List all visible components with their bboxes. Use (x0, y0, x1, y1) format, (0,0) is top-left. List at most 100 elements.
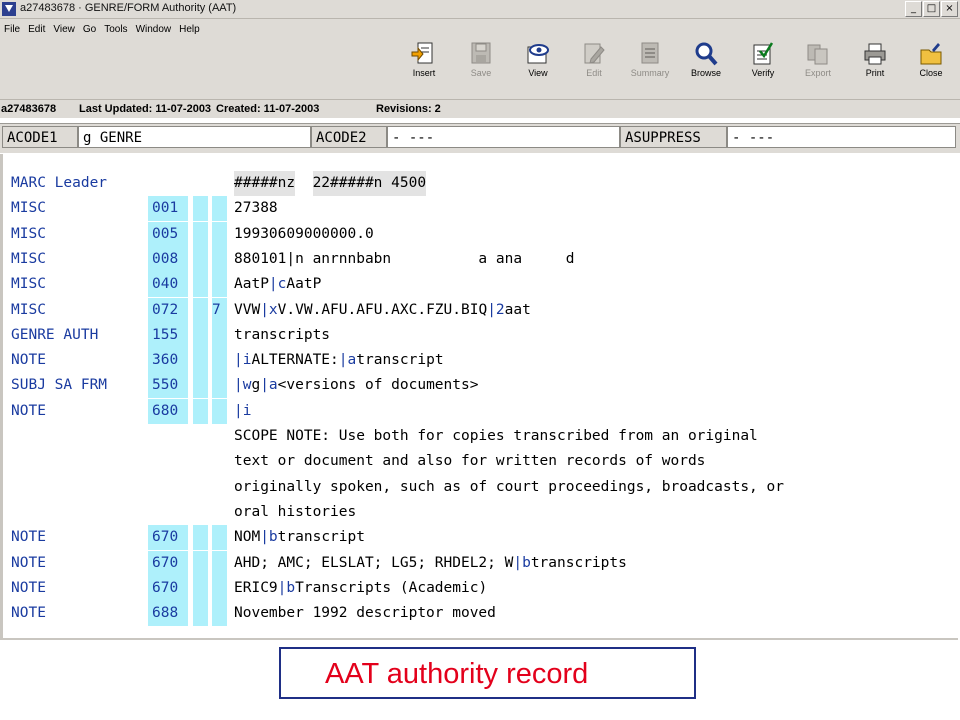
marc-field-row[interactable]: SUBJ SA FRM 550 |wg|a<versions of document… (3, 373, 958, 399)
field-data[interactable]: |i (234, 399, 251, 424)
field-data[interactable]: ERIC9|bTranscripts (Academic) (234, 576, 487, 601)
browse-button[interactable]: Browse (680, 39, 732, 93)
field-tag[interactable]: 670 (148, 575, 188, 601)
indicator-2[interactable] (212, 221, 227, 247)
indicator-2[interactable] (212, 246, 227, 272)
marc-field-row[interactable]: GENRE AUTH 155 transcripts (3, 322, 958, 348)
verify-button[interactable]: Verify (737, 39, 789, 93)
indicator-2[interactable] (212, 348, 227, 374)
indicator-1[interactable] (193, 373, 208, 399)
marc-field-row[interactable]: NOTE 670 ERIC9|bTranscripts (Academic) (3, 575, 958, 601)
menu-edit[interactable]: Edit (24, 22, 49, 35)
save-button[interactable]: Save (455, 39, 507, 93)
indicator-2[interactable]: 7 (212, 297, 227, 323)
menu-file[interactable]: File (0, 22, 24, 35)
acode2-field[interactable]: - --- (387, 126, 620, 148)
indicator-1[interactable] (193, 550, 208, 576)
indicator-1[interactable] (193, 297, 208, 323)
indicator-2[interactable] (212, 550, 227, 576)
field-tag[interactable]: 040 (148, 272, 188, 298)
field-text: oral histories (234, 503, 357, 520)
marc-field-row[interactable]: NOTE 680 |i (3, 398, 958, 424)
edit-button[interactable]: Edit (568, 39, 620, 93)
field-tag[interactable]: 670 (148, 525, 188, 551)
field-tag[interactable]: 360 (148, 348, 188, 374)
field-data[interactable]: SCOPE NOTE: Use both for copies transcri… (234, 424, 758, 449)
subfield-delimiter: |i (234, 352, 252, 369)
indicator-1[interactable] (193, 272, 208, 298)
marc-field-row[interactable]: NOTE 670 AHD; AMC; ELSLAT; LG5; RHDEL2; W|… (3, 550, 958, 576)
leader-value[interactable]: #####nz 22#####n 4500 (234, 171, 427, 196)
indicator-1[interactable] (193, 348, 208, 374)
field-data[interactable]: AHD; AMC; ELSLAT; LG5; RHDEL2; W|btransc… (234, 551, 627, 576)
field-data[interactable]: oral histories (234, 500, 356, 525)
field-data[interactable]: originally spoken, such as of court proc… (234, 475, 784, 500)
close-window-button[interactable]: × (941, 1, 958, 17)
field-tag[interactable]: 001 (148, 196, 188, 222)
indicator-1[interactable] (193, 575, 208, 601)
field-data[interactable]: 27388 (234, 196, 278, 221)
field-data[interactable]: text or document and also for written re… (234, 449, 705, 474)
menu-window[interactable]: Window (132, 22, 176, 35)
field-tag[interactable]: 670 (148, 550, 188, 576)
field-data[interactable]: 19930609000000.0 (234, 222, 374, 247)
indicator-1[interactable] (193, 196, 208, 222)
indicator-2[interactable] (212, 525, 227, 551)
indicator-2[interactable] (212, 398, 227, 424)
menu-go[interactable]: Go (79, 22, 100, 35)
marc-field-row[interactable]: MISC 072 7 VVW|xV.VW.AFU.AFU.AXC.FZU.BIQ|2a… (3, 297, 958, 323)
field-data[interactable]: 880101|n anrnnbabn a ana d (234, 247, 574, 272)
field-data[interactable]: AatP|cAatP (234, 272, 321, 297)
field-data[interactable]: |iALTERNATE:|atranscript (234, 348, 444, 373)
indicator-1[interactable] (193, 246, 208, 272)
indicator-2[interactable] (212, 373, 227, 399)
marc-field-row[interactable]: MISC 040 AatP|cAatP (3, 272, 958, 298)
marc-field-row[interactable]: MISC 008 880101|n anrnnbabn a ana d (3, 246, 958, 272)
marc-continuation-row[interactable]: originally spoken, such as of court proc… (3, 475, 958, 500)
menu-help[interactable]: Help (175, 22, 204, 35)
indicator-1[interactable] (193, 525, 208, 551)
field-tag[interactable]: 680 (148, 398, 188, 424)
export-button[interactable]: Export (792, 39, 844, 93)
view-button[interactable]: View (512, 39, 564, 93)
field-tag[interactable]: 550 (148, 373, 188, 399)
marc-field-row[interactable]: NOTE 670 NOM|btranscript (3, 525, 958, 551)
print-button[interactable]: Print (849, 39, 901, 93)
indicator-1[interactable] (193, 398, 208, 424)
menu-view[interactable]: View (49, 22, 79, 35)
field-tag[interactable]: 155 (148, 322, 188, 348)
field-tag[interactable]: 008 (148, 246, 188, 272)
indicator-2[interactable] (212, 575, 227, 601)
field-data[interactable]: transcripts (234, 323, 330, 348)
maximize-button[interactable]: □ (923, 1, 940, 17)
marc-field-row[interactable]: NOTE 360 |iALTERNATE:|atranscript (3, 348, 958, 374)
insert-button[interactable]: Insert (398, 39, 450, 93)
summary-button[interactable]: Summary (624, 39, 676, 93)
field-data[interactable]: VVW|xV.VW.AFU.AFU.AXC.FZU.BIQ|2aat (234, 298, 531, 323)
indicator-2[interactable] (212, 272, 227, 298)
marc-continuation-row[interactable]: text or document and also for written re… (3, 449, 958, 474)
indicator-2[interactable] (212, 196, 227, 222)
close-button[interactable]: Close (905, 39, 957, 93)
marc-field-row[interactable]: MISC 001 27388 (3, 196, 958, 222)
asuppress-field[interactable]: - --- (727, 126, 956, 148)
menu-tools[interactable]: Tools (100, 22, 131, 35)
marc-field-row[interactable]: MISC 005 19930609000000.0 (3, 221, 958, 247)
marc-field-row[interactable]: NOTE 688 November 1992 descriptor moved (3, 601, 958, 627)
field-tag[interactable]: 005 (148, 221, 188, 247)
field-tag[interactable]: 072 (148, 297, 188, 323)
minimize-button[interactable]: _ (905, 1, 922, 17)
indicator-1[interactable] (193, 322, 208, 348)
field-data[interactable]: NOM|btranscript (234, 525, 365, 550)
marc-continuation-row[interactable]: SCOPE NOTE: Use both for copies transcri… (3, 424, 958, 449)
field-data[interactable]: November 1992 descriptor moved (234, 601, 496, 626)
field-tag[interactable]: 688 (148, 601, 188, 627)
field-text: transcript (277, 529, 365, 546)
indicator-2[interactable] (212, 601, 227, 627)
field-data[interactable]: |wg|a<versions of documents> (234, 373, 478, 398)
indicator-1[interactable] (193, 221, 208, 247)
indicator-2[interactable] (212, 322, 227, 348)
indicator-1[interactable] (193, 601, 208, 627)
acode1-field[interactable]: g GENRE (78, 126, 311, 148)
marc-continuation-row[interactable]: oral histories (3, 500, 958, 525)
